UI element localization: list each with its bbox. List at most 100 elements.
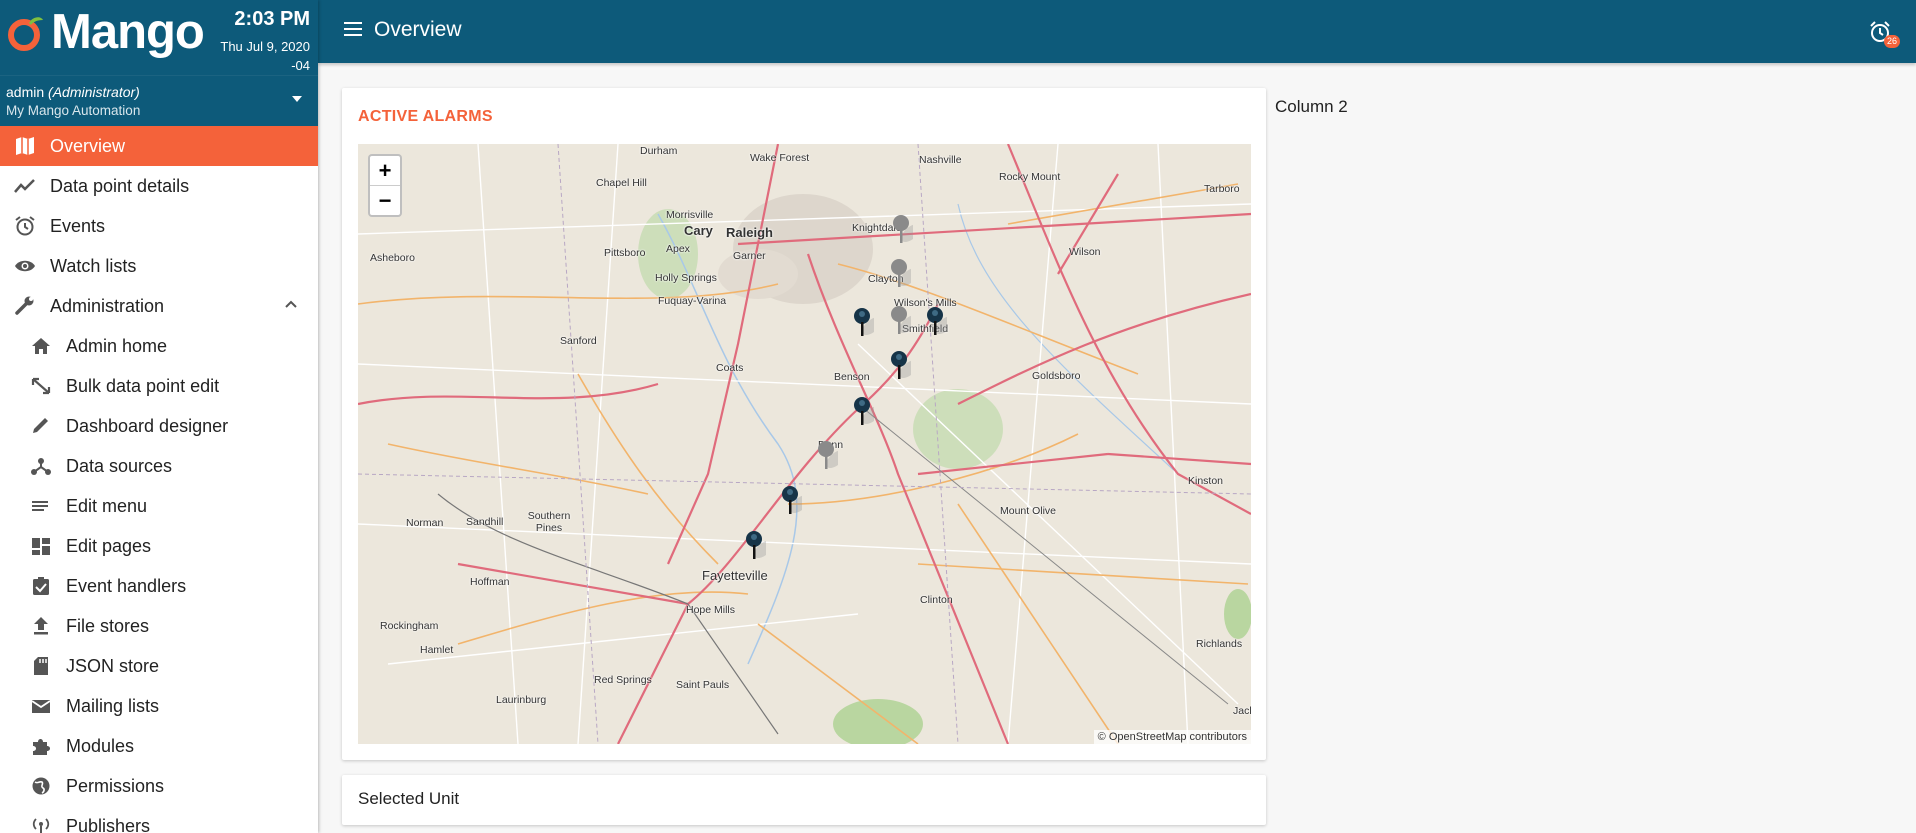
sidebar-item-overview[interactable]: Overview	[0, 126, 318, 166]
map-label: Southern Pines	[527, 510, 571, 534]
map-label: Tarboro	[1204, 183, 1240, 195]
alarm-marker[interactable]	[889, 349, 911, 385]
alarm-marker[interactable]	[780, 484, 802, 520]
map-icon	[16, 137, 34, 155]
map-label: Rocky Mount	[999, 171, 1061, 183]
sidebar-item-label: Event handlers	[66, 575, 187, 596]
caret-down-icon[interactable]	[292, 96, 302, 102]
sidebar-item-label: Edit pages	[66, 535, 152, 556]
map-label: Hoffman	[470, 576, 510, 588]
sidebar-item-edit-pages[interactable]: Edit pages	[0, 526, 318, 566]
map-label: Goldsboro	[1032, 370, 1081, 382]
sidebar-item-bulk-data-point-edit[interactable]: Bulk data point edit	[0, 366, 318, 406]
brand-header: Mango 2:03 PM Thu Jul 9, 2020 -04	[0, 0, 318, 75]
zoom-control: + −	[368, 154, 402, 217]
wrench-icon	[15, 296, 34, 315]
alarm-marker[interactable]	[889, 257, 911, 293]
alarm-marker[interactable]	[891, 213, 913, 249]
list-icon	[32, 501, 48, 511]
hamburger-icon[interactable]	[344, 22, 362, 36]
selected-unit-label: Selected Unit	[358, 789, 460, 808]
map-label: Sandhill	[466, 516, 504, 528]
site-name: My Mango Automation	[6, 103, 141, 118]
map-label: Wake Forest	[750, 152, 810, 164]
sidebar-item-event-handlers[interactable]: Event handlers	[0, 566, 318, 606]
clock-date-line2: -04	[291, 58, 310, 73]
sidebar-item-events[interactable]: Events	[0, 206, 318, 246]
sidebar-item-label: Mailing lists	[66, 695, 160, 716]
sidebar-item-publishers[interactable]: Publishers	[0, 806, 318, 833]
map-label: Chapel Hill	[596, 177, 647, 189]
map-attribution[interactable]: © OpenStreetMap contributors	[1093, 730, 1251, 744]
column-2-label: Column 2	[1275, 97, 1348, 116]
alarm-map[interactable]: Durham Wake Forest Nashville Rocky Mount…	[358, 144, 1251, 744]
puzzle-icon	[33, 739, 50, 755]
map-label: Wilson	[1069, 246, 1101, 258]
map-label: Red Springs	[594, 674, 652, 686]
sidebar-item-administration[interactable]: Administration	[0, 286, 318, 326]
sidebar-item-dashboard-designer[interactable]: Dashboard designer	[0, 406, 318, 446]
sidebar-item-label: Data sources	[66, 455, 173, 476]
eye-icon	[15, 260, 35, 272]
alarms-button[interactable]: 26	[1868, 20, 1900, 48]
sidebar-item-data-sources[interactable]: Data sources	[0, 446, 318, 486]
logo-text: Mango	[51, 5, 205, 59]
map-label: Clinton	[920, 594, 953, 606]
map-label: Mount Olive	[1000, 505, 1057, 517]
sidebar-item-label: Admin home	[66, 335, 168, 356]
sidebar-item-mailing-lists[interactable]: Mailing lists	[0, 686, 318, 726]
sidebar-item-label: JSON store	[66, 655, 160, 676]
clock-date-line1: Thu Jul 9, 2020	[220, 39, 310, 54]
sidebar-item-label: Publishers	[66, 815, 151, 833]
sidebar-item-label: Dashboard designer	[66, 415, 229, 436]
sidebar-item-label: Events	[50, 215, 106, 236]
sidebar-item-watch-lists[interactable]: Watch lists	[0, 246, 318, 286]
clock-time: 2:03 PM	[234, 8, 310, 30]
alarm-marker[interactable]	[744, 529, 766, 565]
map-label: Saint Pauls	[676, 679, 730, 691]
user-name: admin (Administrator)	[6, 84, 140, 100]
map-label: Rockingham	[380, 620, 439, 632]
sidebar: Mango 2:03 PM Thu Jul 9, 2020 -04 admin …	[0, 0, 318, 833]
map-tiles	[358, 144, 1251, 744]
map-label: Morrisville	[666, 209, 714, 221]
chevron-up-icon[interactable]	[284, 299, 298, 309]
sidebar-item-data-point-details[interactable]: Data point details	[0, 166, 318, 206]
sidebar-item-permissions[interactable]: Permissions	[0, 766, 318, 806]
sidebar-item-label: Data point details	[50, 175, 190, 196]
map-label: Norman	[406, 517, 444, 529]
zoom-out-button[interactable]: −	[370, 185, 400, 215]
clock-date: Thu Jul 9, 2020 -04	[220, 37, 310, 75]
page-title: Overview	[374, 18, 462, 41]
alarm-marker[interactable]	[925, 305, 947, 341]
sidebar-item-modules[interactable]: Modules	[0, 726, 318, 766]
map-label: Hamlet	[420, 644, 454, 656]
map-label: Cary	[684, 223, 713, 238]
sidebar-item-json-store[interactable]: JSON store	[0, 646, 318, 686]
alarm-icon	[15, 216, 35, 236]
user-role: (Administrator)	[48, 84, 140, 100]
map-label: Benson	[834, 371, 870, 383]
map-label: Hope Mills	[686, 604, 736, 616]
map-label: Apex	[666, 243, 690, 255]
map-label: Durham	[640, 145, 678, 157]
alarm-marker[interactable]	[889, 304, 911, 340]
map-label: Richlands	[1196, 638, 1243, 650]
mango-logo-icon	[8, 17, 43, 51]
antenna-icon	[32, 818, 50, 833]
zoom-in-button[interactable]: +	[370, 156, 400, 185]
user-menu[interactable]: admin (Administrator) My Mango Automatio…	[0, 75, 318, 126]
map-label: Pittsboro	[604, 247, 646, 259]
alarm-count-badge: 26	[1883, 35, 1900, 48]
sidebar-item-admin-home[interactable]: Admin home	[0, 326, 318, 366]
sidebar-item-edit-menu[interactable]: Edit menu	[0, 486, 318, 526]
alarm-marker[interactable]	[852, 306, 874, 342]
alarm-marker[interactable]	[816, 439, 838, 475]
clock: 2:03 PM Thu Jul 9, 2020 -04	[220, 8, 310, 75]
map-label: Holly Springs	[655, 272, 717, 284]
globe-icon	[32, 777, 50, 795]
alarm-marker[interactable]	[852, 395, 874, 431]
sidebar-item-file-stores[interactable]: File stores	[0, 606, 318, 646]
map-label: Sanford	[560, 335, 597, 347]
resize-icon	[31, 377, 51, 395]
